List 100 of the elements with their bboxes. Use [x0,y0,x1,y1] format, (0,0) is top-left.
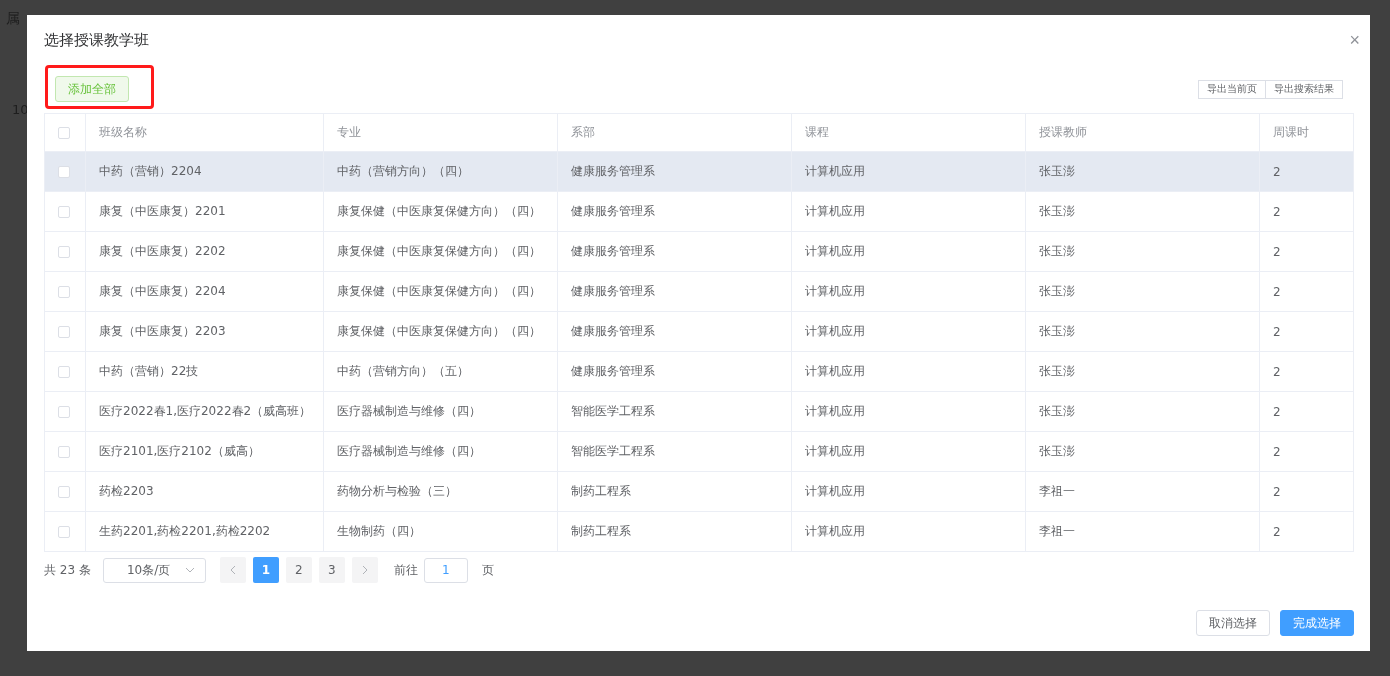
table-cell: 健康服务管理系 [557,231,792,272]
table-row[interactable]: 康复（中医康复）2201 康复保健（中医康复保健方向）（四） 健康服务管理系 计算机应用 张玉澎 2 [44,191,1354,232]
table-cell: 2 [1259,351,1354,392]
table-row[interactable]: 医疗2022春1,医疗2022春2（威高班） 医疗器械制造与维修（四） 智能医学工程系 计算机应用 张玉澎 2 [44,391,1354,432]
column-header: 系部 [557,113,792,152]
table-cell: 张玉澎 [1025,351,1260,392]
table-cell: 中药（营销方向）（四） [323,151,558,192]
table-row[interactable]: 康复（中医康复）2202 康复保健（中医康复保健方向）（四） 健康服务管理系 计算机应用 张玉澎 2 [44,231,1354,272]
table-cell: 张玉澎 [1025,191,1260,232]
table-cell: 康复（中医康复）2203 [85,311,324,352]
table-cell: 药物分析与检验（三） [323,471,558,512]
chevron-down-icon [184,567,195,573]
table-cell: 健康服务管理系 [557,191,792,232]
previous-page-button[interactable] [219,557,246,583]
checkbox[interactable] [58,406,70,418]
checkbox[interactable] [58,166,70,178]
table-row[interactable]: 药检2203 药物分析与检验（三） 制药工程系 计算机应用 李祖一 2 [44,471,1354,512]
chevron-left-icon [229,565,236,575]
table-cell: 康复保健（中医康复保健方向）（四） [323,191,558,232]
table-cell: 智能医学工程系 [557,431,792,472]
table-cell: 智能医学工程系 [557,391,792,432]
checkbox[interactable] [58,366,70,378]
table-cell: 计算机应用 [791,511,1026,552]
table-cell: 康复（中医康复）2204 [85,271,324,312]
table-cell: 制药工程系 [557,471,792,512]
table-cell: 康复保健（中医康复保健方向）（四） [323,311,558,352]
column-header: 授课教师 [1025,113,1260,152]
column-header: 专业 [323,113,558,152]
table-cell: 计算机应用 [791,471,1026,512]
column-header: 课程 [791,113,1026,152]
table-cell: 张玉澎 [1025,231,1260,272]
table-cell: 2 [1259,471,1354,512]
table-cell: 张玉澎 [1025,271,1260,312]
checkbox[interactable] [58,127,70,139]
cancel-button[interactable]: 取消选择 [1196,610,1270,636]
export-button[interactable]: 导出当前页 [1198,79,1266,99]
table-cell: 2 [1259,511,1354,552]
table-row[interactable]: 医疗2101,医疗2102（威高） 医疗器械制造与维修（四） 智能医学工程系 计算机应用 张玉澎 2 [44,431,1354,472]
table-cell: 2 [1259,191,1354,232]
chevron-right-icon [361,565,368,575]
table-cell: 健康服务管理系 [557,311,792,352]
column-header: 周课时 [1259,113,1354,152]
table-cell: 中药（营销）2204 [85,151,324,192]
table-cell: 健康服务管理系 [557,271,792,312]
table-cell: 医疗2022春1,医疗2022春2（威高班） [85,391,324,432]
page-button[interactable]: 3 [318,557,345,583]
table-cell: 医疗器械制造与维修（四） [323,431,558,472]
table-cell: 制药工程系 [557,511,792,552]
table-row[interactable]: 康复（中医康复）2204 康复保健（中医康复保健方向）（四） 健康服务管理系 计算机应用 张玉澎 2 [44,271,1354,312]
table-cell: 李祖一 [1025,511,1260,552]
table-cell: 2 [1259,151,1354,192]
table-cell: 康复（中医康复）2202 [85,231,324,272]
table-cell: 2 [1259,431,1354,472]
table-cell: 中药（营销方向）（五） [323,351,558,392]
checkbox[interactable] [58,446,70,458]
checkbox[interactable] [58,486,70,498]
page-size-select[interactable]: 10条/页 [102,557,206,583]
table-cell: 计算机应用 [791,271,1026,312]
export-button[interactable]: 导出搜索结果 [1266,79,1343,99]
table-row[interactable]: 中药（营销）22技 中药（营销方向）（五） 健康服务管理系 计算机应用 张玉澎 2 [44,351,1354,392]
checkbox[interactable] [58,206,70,218]
table-cell: 康复保健（中医康复保健方向）（四） [323,231,558,272]
table-cell: 2 [1259,311,1354,352]
checkbox[interactable] [58,286,70,298]
table-row[interactable]: 中药（营销）2204 中药（营销方向）（四） 健康服务管理系 计算机应用 张玉澎 2 [44,151,1354,192]
table-row[interactable]: 生药2201,药检2201,药检2202 生物制药（四） 制药工程系 计算机应用 李祖一 2 [44,511,1354,552]
table-cell: 生物制药（四） [323,511,558,552]
table-cell: 生药2201,药检2201,药检2202 [85,511,324,552]
goto-label: 前往 [393,561,418,579]
table-cell: 健康服务管理系 [557,351,792,392]
table-cell: 计算机应用 [791,231,1026,272]
column-header: 班级名称 [85,113,324,152]
table-cell: 2 [1259,391,1354,432]
table-cell: 医疗器械制造与维修（四） [323,391,558,432]
table-cell: 康复（中医康复）2201 [85,191,324,232]
page-suffix-label: 页 [481,561,494,579]
table-cell: 张玉澎 [1025,391,1260,432]
table-cell: 计算机应用 [791,431,1026,472]
page-button[interactable]: 2 [285,557,312,583]
table-cell: 康复保健（中医康复保健方向）（四） [323,271,558,312]
table-cell: 计算机应用 [791,351,1026,392]
table-cell: 计算机应用 [791,391,1026,432]
table-cell: 计算机应用 [791,311,1026,352]
table-cell: 计算机应用 [791,151,1026,192]
table-row[interactable]: 康复（中医康复）2203 康复保健（中医康复保健方向）（四） 健康服务管理系 计算机应用 张玉澎 2 [44,311,1354,352]
table-cell: 2 [1259,271,1354,312]
table-cell: 李祖一 [1025,471,1260,512]
table-cell: 计算机应用 [791,191,1026,232]
table-cell: 中药（营销）22技 [85,351,324,392]
table-cell: 张玉澎 [1025,151,1260,192]
checkbox[interactable] [58,246,70,258]
total-count: 共 23 条 [44,561,91,579]
checkbox[interactable] [58,526,70,538]
table-cell: 药检2203 [85,471,324,512]
table-cell: 张玉澎 [1025,431,1260,472]
table-cell: 2 [1259,231,1354,272]
table-cell: 健康服务管理系 [557,151,792,192]
checkbox[interactable] [58,326,70,338]
next-page-button[interactable] [351,557,378,583]
table-cell: 张玉澎 [1025,311,1260,352]
